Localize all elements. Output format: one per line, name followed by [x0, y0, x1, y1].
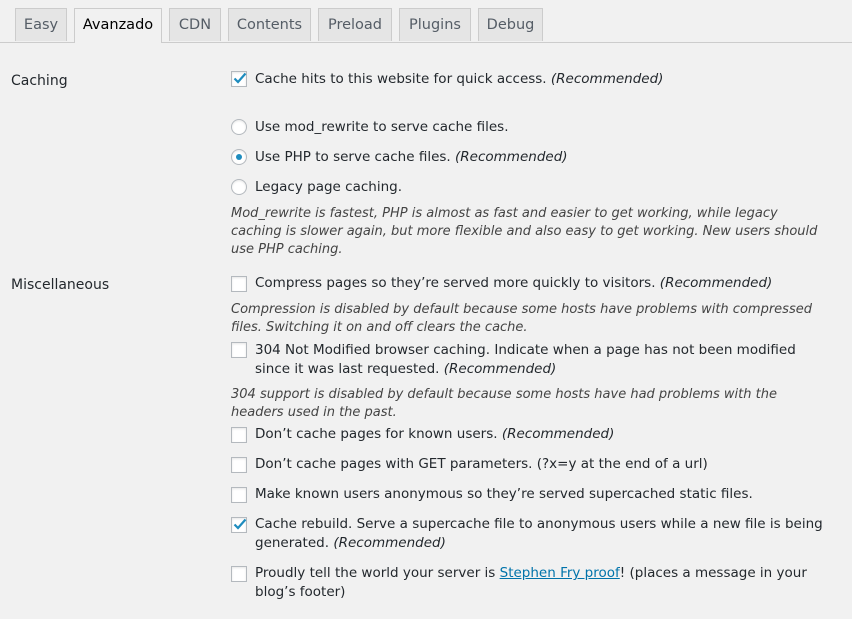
mod-rewrite-radio[interactable]	[231, 119, 247, 135]
tab-contents[interactable]: Contents	[228, 8, 311, 41]
tab-plugins[interactable]: Plugins	[399, 8, 471, 41]
caching-label: Caching	[11, 73, 68, 89]
cache-rebuild-label: Cache rebuild. Serve a supercache file t…	[255, 516, 823, 551]
radio-selected-dot	[236, 154, 242, 160]
php-radio[interactable]	[231, 149, 247, 165]
compress-checkbox[interactable]	[231, 276, 247, 292]
get-params-checkbox[interactable]	[231, 457, 247, 473]
cache-hits-label: Cache hits to this website for quick acc…	[255, 71, 664, 87]
tab-preload[interactable]: Preload	[318, 8, 392, 41]
stephen-fry-link[interactable]: Stephen Fry proof	[500, 565, 620, 581]
not-modified-label: 304 Not Modified browser caching. Indica…	[255, 342, 796, 377]
miscellaneous-label: Miscellaneous	[11, 277, 110, 293]
tab-avanzado[interactable]: Avanzado	[74, 8, 162, 43]
get-params-label: Don’t cache pages with GET parameters. (…	[255, 456, 708, 472]
legacy-label: Legacy page caching.	[255, 179, 402, 195]
cache-hits-checkbox[interactable]	[231, 71, 247, 87]
php-label: Use PHP to serve cache files. (Recommend…	[255, 149, 568, 165]
compress-description: Compression is disabled by default becau…	[231, 302, 812, 335]
compress-label: Compress pages so they’re served more qu…	[255, 275, 773, 291]
not-modified-description: 304 support is disabled by default becau…	[231, 387, 777, 420]
checkmark-icon	[233, 518, 247, 530]
caching-description: Mod_rewrite is fastest, PHP is almost as…	[231, 206, 818, 257]
not-modified-checkbox[interactable]	[231, 342, 247, 358]
tab-easy[interactable]: Easy	[15, 8, 67, 41]
legacy-radio[interactable]	[231, 179, 247, 195]
proud-label: Proudly tell the world your server is St…	[255, 565, 807, 600]
tab-cdn[interactable]: CDN	[169, 8, 221, 41]
tab-debug[interactable]: Debug	[478, 8, 543, 41]
mod-rewrite-label: Use mod_rewrite to serve cache files.	[255, 119, 509, 135]
proud-checkbox[interactable]	[231, 566, 247, 582]
anonymous-checkbox[interactable]	[231, 487, 247, 503]
known-users-checkbox[interactable]	[231, 427, 247, 443]
checkmark-icon	[233, 72, 247, 84]
cache-rebuild-checkbox[interactable]	[231, 517, 247, 533]
known-users-label: Don’t cache pages for known users. (Reco…	[255, 426, 615, 442]
anonymous-label: Make known users anonymous so they’re se…	[255, 486, 753, 502]
tab-bar: Easy Avanzado CDN Contents Preload Plugi…	[0, 0, 852, 43]
